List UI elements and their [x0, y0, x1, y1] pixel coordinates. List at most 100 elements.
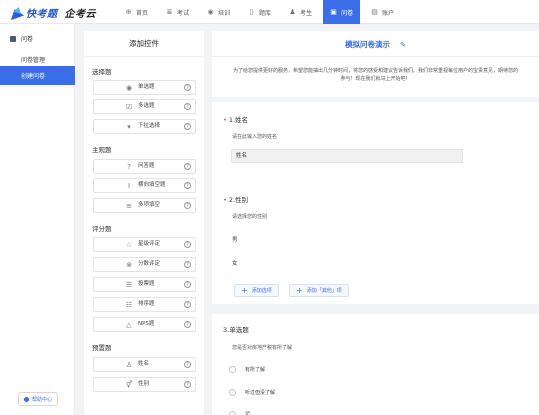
form-header-card: 模拟问卷演示 ✎ 为了给您提供更好的服务，希望您能抽出几分钟时间，将您的感受和建议… [212, 31, 539, 97]
nav-item-account[interactable]: ▤ 账户 [364, 0, 401, 24]
add-controls-panel: 添加控件 选择题 ◉ 单选题? ☑ 多选题? ▾ 下拉选择? 主观题 ? 问答题? I 横… [84, 31, 204, 415]
option-radio[interactable] [229, 366, 236, 373]
sidebar-header-label: 问卷 [21, 36, 34, 43]
control-label: 性别 [138, 381, 150, 387]
option-radio[interactable] [229, 411, 236, 415]
control-label: 星级评定 [138, 241, 161, 247]
control-label: 单选题 [138, 84, 155, 90]
plus-icon: + [296, 285, 303, 295]
sidebar-header: 问卷 [10, 34, 33, 43]
control-label: 分数评定 [138, 261, 161, 267]
control-multi-fill[interactable]: ≡ 多项填空? [93, 198, 196, 213]
control-label: 多项填空 [138, 202, 161, 208]
help-center-button[interactable]: 帮助中心 [18, 392, 58, 406]
nav-item-survey[interactable]: ▣ 问卷 [323, 0, 361, 24]
person-icon: ♙ [125, 361, 133, 369]
help-question-icon[interactable]: ? [184, 381, 191, 388]
option-male[interactable]: 男 [232, 235, 238, 243]
help-question-icon[interactable]: ? [184, 123, 191, 130]
question-description: 请在此输入您的姓名 [232, 134, 278, 140]
nav-label: 题库 [259, 9, 272, 17]
sidebar: 问卷 问卷管理 创建问卷 帮助中心 [0, 24, 75, 415]
nps-icon: △ [126, 321, 132, 329]
add-option-button[interactable]: + 添加选项 [234, 284, 279, 297]
help-question-icon[interactable]: ? [184, 103, 191, 110]
pencil-icon[interactable]: ✎ [400, 41, 406, 49]
option-radio[interactable] [229, 389, 236, 396]
control-qa[interactable]: ? 问答题? [93, 159, 196, 174]
help-question-icon[interactable]: ? [184, 361, 191, 368]
question-card-single-choice[interactable]: 3.单选题 您是否对房地产税有所了解 有所了解 听过但没了解 记 [212, 314, 539, 415]
nav-item-home[interactable]: ⊕ 首页 [118, 0, 155, 24]
help-question-icon[interactable]: ? [184, 84, 191, 91]
question-title: • 2.性别 [223, 194, 248, 204]
question-description: 您是否对房地产税有所了解 [232, 345, 293, 351]
control-gender[interactable]: ⚥ 性别? [93, 377, 196, 392]
control-label: 下拉选择 [138, 123, 161, 129]
group-title-preset: 预置题 [92, 344, 112, 352]
help-label: 帮助中心 [31, 396, 52, 403]
control-horizontal-fill[interactable]: I 横向填空题? [93, 178, 196, 193]
form-title[interactable]: 模拟问卷演示 ✎ [212, 39, 539, 50]
group-title-subjective: 主观题 [92, 146, 112, 154]
nav-item-training[interactable]: ◉ 培训 [200, 0, 237, 24]
nav-item-examinee[interactable]: ♟ 考生 [282, 0, 319, 24]
control-label: 投票题 [138, 281, 155, 287]
score-icon: ⊗ [126, 261, 132, 269]
question-card-gender[interactable]: • 2.性别 请选择您的性别 男 女 + 添加选项 + 添加「其他」项 [212, 184, 539, 304]
main-nav: ⊕ 首页 ≣ 考试 ◉ 培训 ▯ 题库 ♟ 考生 ▣ 问卷 ▤ 账户 [118, 0, 405, 24]
option-female[interactable]: 女 [232, 259, 238, 267]
nav-label: 考生 [300, 9, 313, 17]
home-icon: ⊕ [125, 7, 132, 16]
nav-label: 账户 [382, 9, 395, 17]
help-question-icon[interactable]: ? [184, 321, 191, 328]
help-question-icon[interactable]: ? [184, 241, 191, 248]
name-input[interactable]: 姓名 [231, 149, 463, 163]
control-name[interactable]: ♙ 姓名? [93, 357, 196, 372]
help-question-icon[interactable]: ? [184, 301, 191, 308]
help-question-icon[interactable]: ? [184, 261, 191, 268]
gender-icon: ⚥ [125, 381, 133, 389]
group-title-rating: 评分题 [92, 225, 112, 233]
option-label[interactable]: 听过但没了解 [245, 389, 275, 396]
sort-icon: ☷ [125, 301, 133, 309]
control-dropdown[interactable]: ▾ 下拉选择? [93, 119, 196, 134]
examinee-icon: ♟ [289, 7, 296, 16]
nav-label: 培训 [218, 9, 231, 17]
control-star-rating[interactable]: ☆ 星级评定? [93, 237, 196, 252]
survey-menu-icon [10, 35, 16, 42]
help-question-icon[interactable]: ? [184, 182, 191, 189]
multi-fill-icon: ≡ [126, 202, 132, 210]
control-vote[interactable]: ☰ 投票题? [93, 277, 196, 292]
help-question-icon[interactable]: ? [184, 281, 191, 288]
control-nps[interactable]: △ NPS题? [93, 317, 196, 332]
form-editor: 模拟问卷演示 ✎ 为了给您提供更好的服务，希望您能抽出几分钟时间，将您的感受和建议… [212, 31, 539, 415]
help-question-icon[interactable]: ? [184, 163, 191, 170]
add-option-label: 添加选项 [251, 288, 272, 294]
question-title-text: 1.姓名 [228, 116, 249, 124]
add-other-option-button[interactable]: + 添加「其他」项 [289, 284, 349, 297]
control-label: NPS题 [138, 321, 155, 327]
controls-title: 添加控件 [84, 31, 204, 57]
control-label: 横向填空题 [138, 182, 166, 188]
group-title-choice: 选择题 [92, 68, 112, 76]
option-label[interactable]: 有所了解 [245, 366, 265, 373]
vote-icon: ☰ [125, 281, 133, 289]
help-question-icon[interactable]: ? [184, 202, 191, 209]
control-sort[interactable]: ☷ 排序题? [93, 297, 196, 312]
logo[interactable]: 快考题 企考云 [7, 4, 96, 21]
checkbox-icon: ☑ [125, 103, 133, 111]
control-score-rating[interactable]: ⊗ 分数评定? [93, 257, 196, 272]
form-intro[interactable]: 为了给您提供更好的服务，希望您能抽出几分钟时间，将您的感受和建议告诉我们。我们非… [232, 67, 519, 83]
nav-label: 考试 [177, 9, 190, 17]
option-label[interactable]: 记 [245, 410, 250, 415]
nav-item-exam[interactable]: ≣ 考试 [159, 0, 196, 24]
add-other-label: 添加「其他」项 [306, 288, 342, 294]
qa-icon: ? [127, 163, 131, 171]
question-description: 请选择您的性别 [232, 214, 268, 220]
control-label: 排序题 [138, 301, 155, 307]
nav-item-question-bank[interactable]: ▯ 题库 [241, 0, 278, 24]
sidebar-item-create-survey[interactable]: 创建问卷 [0, 66, 75, 85]
control-single-choice[interactable]: ◉ 单选题? [93, 80, 196, 95]
control-multiple-choice[interactable]: ☑ 多选题? [93, 99, 196, 114]
